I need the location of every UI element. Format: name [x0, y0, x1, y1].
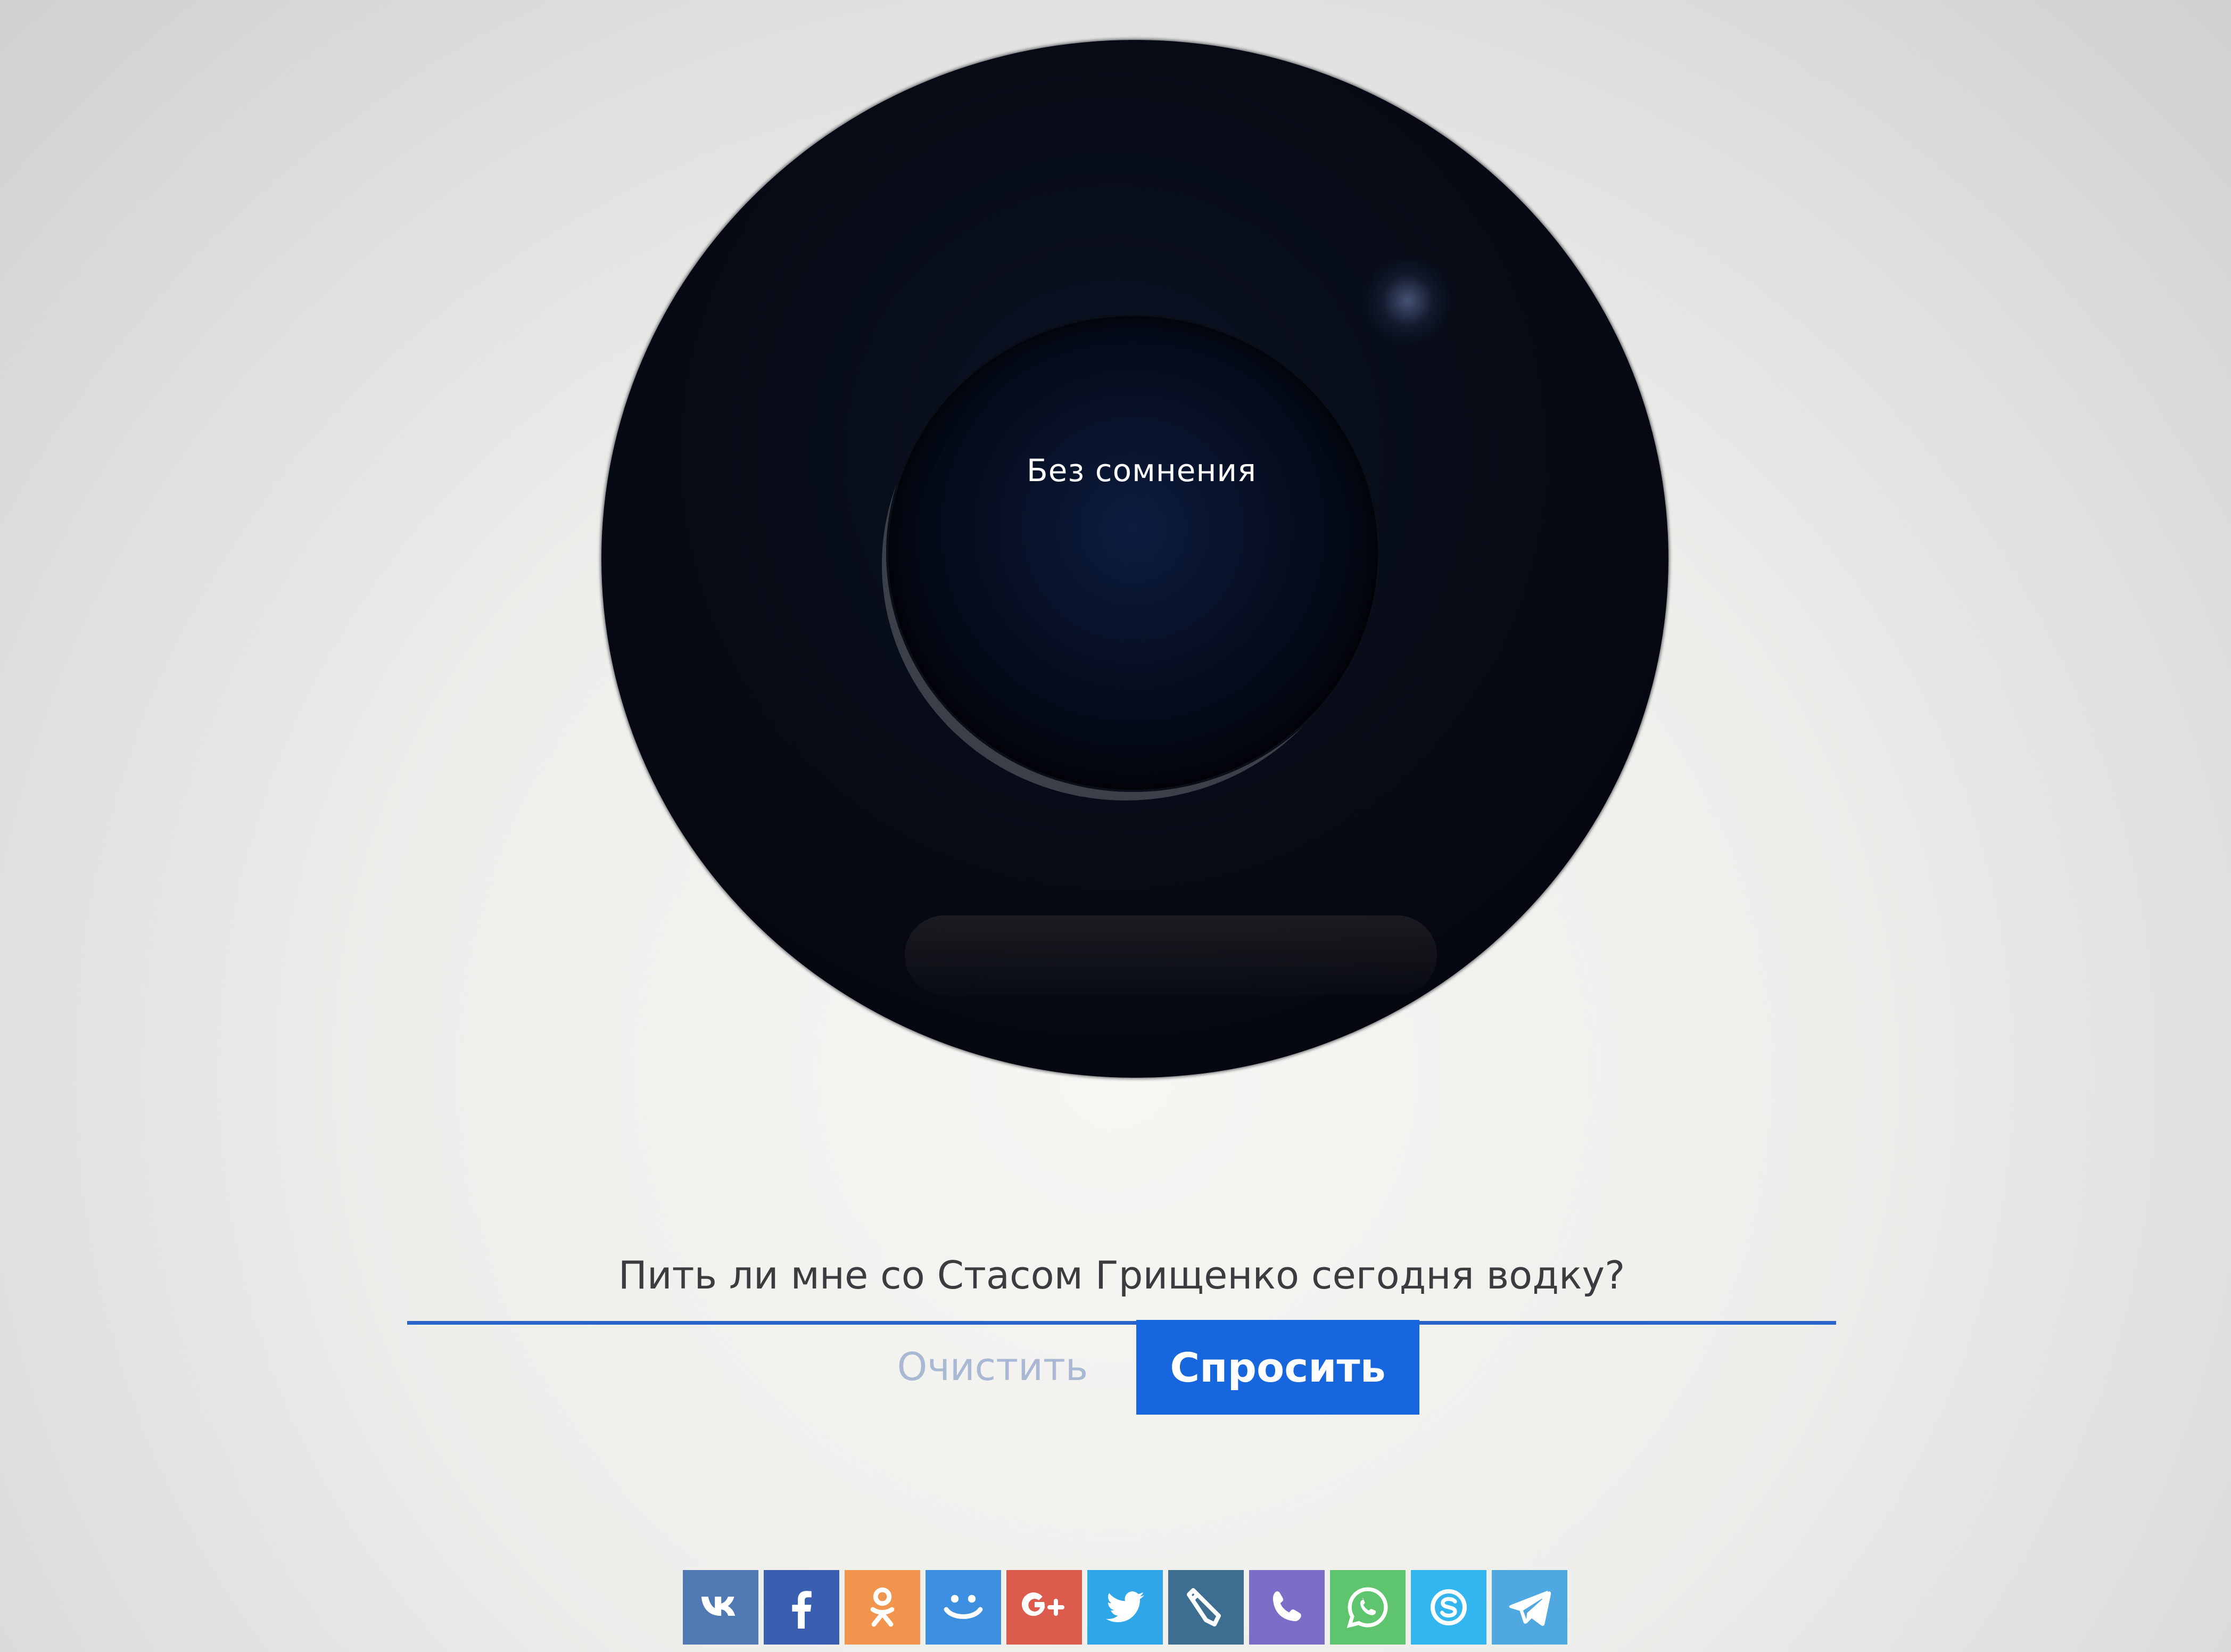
share-bar: [683, 1570, 1567, 1645]
twitter-icon: [1106, 1591, 1144, 1623]
share-skype-button[interactable]: [1411, 1570, 1486, 1645]
vk-icon: [701, 1597, 736, 1616]
odnoklassniki-icon: [870, 1587, 895, 1627]
share-viber-button[interactable]: [1249, 1570, 1325, 1645]
share-livejournal-button[interactable]: [1168, 1570, 1244, 1645]
livejournal-icon: [1187, 1588, 1221, 1626]
viber-icon: [1273, 1591, 1301, 1622]
skype-icon: [1431, 1589, 1467, 1625]
share-twitter-button[interactable]: [1087, 1570, 1163, 1645]
answer-window: [886, 314, 1380, 792]
share-whatsapp-button[interactable]: [1330, 1570, 1406, 1645]
share-facebook-button[interactable]: [764, 1570, 839, 1645]
googleplus-icon: [1021, 1592, 1064, 1616]
question-field[interactable]: [407, 1229, 1836, 1325]
clear-button[interactable]: Очистить: [865, 1328, 1120, 1405]
ball-glare: [1362, 255, 1453, 346]
moimir-icon: [944, 1595, 983, 1619]
question-input[interactable]: [407, 1229, 1836, 1321]
facebook-icon: [792, 1591, 812, 1629]
share-odnoklassniki-button[interactable]: [845, 1570, 920, 1645]
share-telegram-button[interactable]: [1492, 1570, 1567, 1645]
telegram-icon: [1509, 1590, 1551, 1626]
share-vk-button[interactable]: [683, 1570, 758, 1645]
answer-text: Без сомнения: [1027, 452, 1257, 489]
whatsapp-icon: [1346, 1587, 1388, 1629]
share-moimir-button[interactable]: [926, 1570, 1001, 1645]
ask-button[interactable]: Спросить: [1136, 1320, 1419, 1415]
share-googleplus-button[interactable]: [1006, 1570, 1082, 1645]
ball-reflection: [905, 915, 1437, 995]
